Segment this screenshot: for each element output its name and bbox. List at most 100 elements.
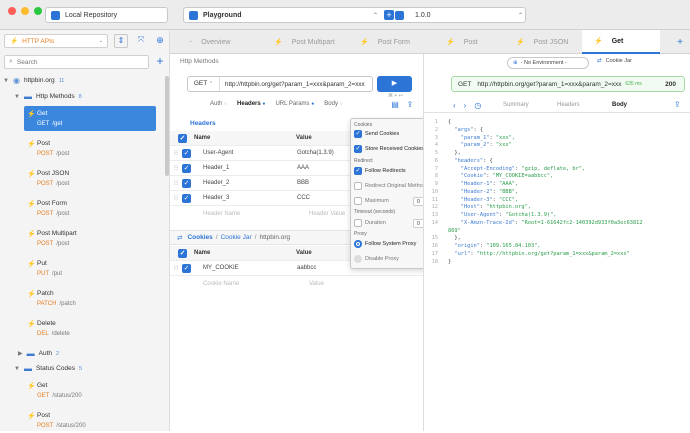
row-checkbox[interactable]: ✓	[182, 178, 191, 188]
checkbox-unchecked[interactable]	[354, 182, 362, 190]
version-chevron-icon[interactable]: ⌃	[518, 12, 523, 19]
code-line: "Host": "httpbin.org",	[460, 204, 531, 211]
store-cookies-option[interactable]: ✓ Store Received Cookies	[354, 145, 424, 153]
subtab-body[interactable]: Body ○	[324, 101, 342, 107]
new-cookie-row[interactable]: Cookie Name Value	[170, 276, 423, 291]
checkbox-unchecked[interactable]	[354, 219, 362, 227]
drag-handle-icon[interactable]: ⁝⁝	[170, 264, 182, 272]
bolt-icon: ⚡	[27, 291, 36, 298]
subtab-headers[interactable]: Headers ●	[237, 101, 265, 107]
request-item-delete[interactable]: ⚡ Delete DEL/delete	[24, 316, 156, 341]
drag-handle-icon[interactable]: ⁝⁝	[170, 194, 182, 202]
back-icon[interactable]: ‹	[453, 101, 456, 110]
request-item-post-form[interactable]: ⚡ Post Form POST/post	[24, 196, 156, 221]
url-input[interactable]: http://httpbin.org/get?param_1=xxx&param…	[220, 81, 365, 88]
history-icon[interactable]: ◷	[474, 101, 481, 110]
url-bar: GET ⌃ http://httpbin.org/get?param_1=xxx…	[187, 76, 373, 92]
subtab-response-body[interactable]: Body	[612, 102, 627, 108]
maximum-option[interactable]: Maximum	[354, 197, 389, 205]
add-item-icon[interactable]: +	[153, 55, 167, 69]
follow-system-proxy-option[interactable]: Follow System Proxy	[354, 240, 416, 248]
method-selector[interactable]: GET ⌃	[188, 77, 220, 91]
close-window-button[interactable]	[8, 7, 16, 15]
cookies-title: Cookies	[187, 234, 213, 241]
drag-handle-icon[interactable]: ⁝⁝	[170, 149, 182, 157]
select-all-cookies-checkbox[interactable]: ✓	[178, 248, 187, 258]
cookie-jar-link[interactable]: Cookie Jar	[221, 234, 252, 241]
project-chevron-icon[interactable]: ⌃	[373, 12, 378, 19]
line-number: 11	[431, 196, 438, 203]
tab-post-json[interactable]: ⚡ Post JSON	[504, 30, 582, 54]
search-input[interactable]	[16, 58, 137, 66]
collapse-all-icon[interactable]: ⇕	[114, 34, 128, 48]
search-box[interactable]: ⌕	[4, 55, 149, 69]
request-item-status-post[interactable]: ⚡ Post POST/status/200	[24, 408, 156, 433]
expand-icon[interactable]: ⤧	[134, 34, 148, 48]
request-item-put[interactable]: ⚡ Put PUT/put	[24, 256, 156, 281]
checkbox-unchecked[interactable]	[354, 197, 362, 205]
tab-post-multipart[interactable]: ⚡ Post Multipart	[262, 30, 344, 54]
line-number: 5	[434, 150, 438, 156]
empty-dot-icon: ○	[224, 101, 228, 107]
forward-icon[interactable]: ›	[464, 101, 467, 110]
domain-folder[interactable]: ▼ ◉ httpbin.org 11	[0, 76, 170, 85]
request-item-get[interactable]: ⚡ Get GET/get	[24, 106, 156, 131]
environment-selector[interactable]: ⊕ - No Environment -	[507, 57, 589, 69]
request-item-patch[interactable]: ⚡ Patch PATCH/patch	[24, 286, 156, 311]
subtab-auth[interactable]: Auth ○	[210, 101, 227, 107]
radio-unselected[interactable]	[354, 255, 362, 263]
row-checkbox[interactable]: ✓	[182, 263, 191, 273]
target-icon[interactable]: ⊕	[153, 34, 167, 48]
send-cookies-option[interactable]: ✓ Send Cookies	[354, 130, 399, 138]
auth-folder[interactable]: ▶ ▬ Auth 2	[0, 349, 170, 358]
radio-selected[interactable]	[354, 240, 362, 248]
cookie-jar-button[interactable]: ⇄ Cookie Jar	[597, 58, 632, 64]
redirect-original-option[interactable]: Redirect Original Method	[354, 182, 426, 190]
zoom-window-button[interactable]	[34, 7, 42, 15]
row-checkbox[interactable]: ✓	[182, 163, 191, 173]
bolt-icon: ⚡	[27, 111, 36, 118]
drag-handle-icon[interactable]: ⁝⁝	[170, 164, 182, 172]
select-all-checkbox[interactable]: ✓	[178, 133, 187, 143]
request-item-post-json[interactable]: ⚡ Post JSON POST/post	[24, 166, 156, 191]
duration-option[interactable]: Duration	[354, 219, 386, 227]
minimize-window-button[interactable]	[21, 7, 29, 15]
line-number: 1	[434, 119, 438, 125]
sidebar-scrollbar[interactable]	[165, 76, 169, 176]
new-tab-icon[interactable]: +	[670, 30, 690, 54]
drag-handle-icon[interactable]: ⁝⁝	[170, 179, 182, 187]
http-methods-folder[interactable]: ▼ ▬ Http Methods 8	[0, 92, 170, 101]
send-shortcut: ⌘ + ↩	[388, 93, 403, 99]
tab-overview[interactable]: ◔ Overview	[176, 30, 258, 54]
code-line: "Header-1": "AAA",	[460, 181, 519, 187]
row-checkbox[interactable]: ✓	[182, 148, 191, 158]
request-item-post-multipart[interactable]: ⚡ Post Multipart POST/post	[24, 226, 156, 251]
request-item-post[interactable]: ⚡ Post POST/post	[24, 136, 156, 161]
disable-proxy-option[interactable]: Disable Proxy	[354, 255, 399, 263]
export-icon[interactable]: ⇪	[674, 100, 681, 109]
checkbox-checked[interactable]: ✓	[354, 167, 362, 175]
follow-redirects-option[interactable]: ✓ Follow Redirects	[354, 167, 406, 175]
send-button[interactable]: ▶	[377, 76, 412, 92]
row-checkbox[interactable]: ✓	[182, 193, 191, 203]
tab-post[interactable]: ⚡ Post	[434, 30, 514, 54]
cookie-domain: httpbin.org	[259, 234, 291, 241]
subtab-url-params[interactable]: URL Params ●	[275, 101, 314, 107]
project-selector[interactable]: Playground ⌃ + 1.0.0 ⌃	[183, 7, 526, 23]
checkbox-checked[interactable]: ✓	[354, 130, 362, 138]
collection-selector[interactable]: ⚡ HTTP APIs ⌄	[4, 34, 108, 48]
tab-post-form[interactable]: ⚡ Post Form	[348, 30, 430, 54]
settings-icon[interactable]: ▤	[390, 100, 400, 110]
domain-label: httpbin.org	[23, 77, 55, 84]
share-icon[interactable]: ⇪	[405, 100, 415, 110]
folder-icon: ▬	[26, 349, 35, 358]
repository-selector[interactable]: Local Repository	[45, 7, 168, 23]
status-codes-folder[interactable]: ▼ ▬ Status Codes 5	[0, 364, 170, 373]
subtab-summary[interactable]: Summary	[503, 102, 529, 108]
add-project-icon[interactable]: +	[384, 10, 394, 20]
checkbox-checked[interactable]: ✓	[354, 145, 362, 153]
line-number: 12	[431, 204, 438, 211]
tab-get[interactable]: ⚡ Get	[582, 30, 660, 54]
subtab-response-headers[interactable]: Headers	[557, 102, 580, 108]
request-item-status-get[interactable]: ⚡ Get GET/status/200	[24, 378, 156, 403]
